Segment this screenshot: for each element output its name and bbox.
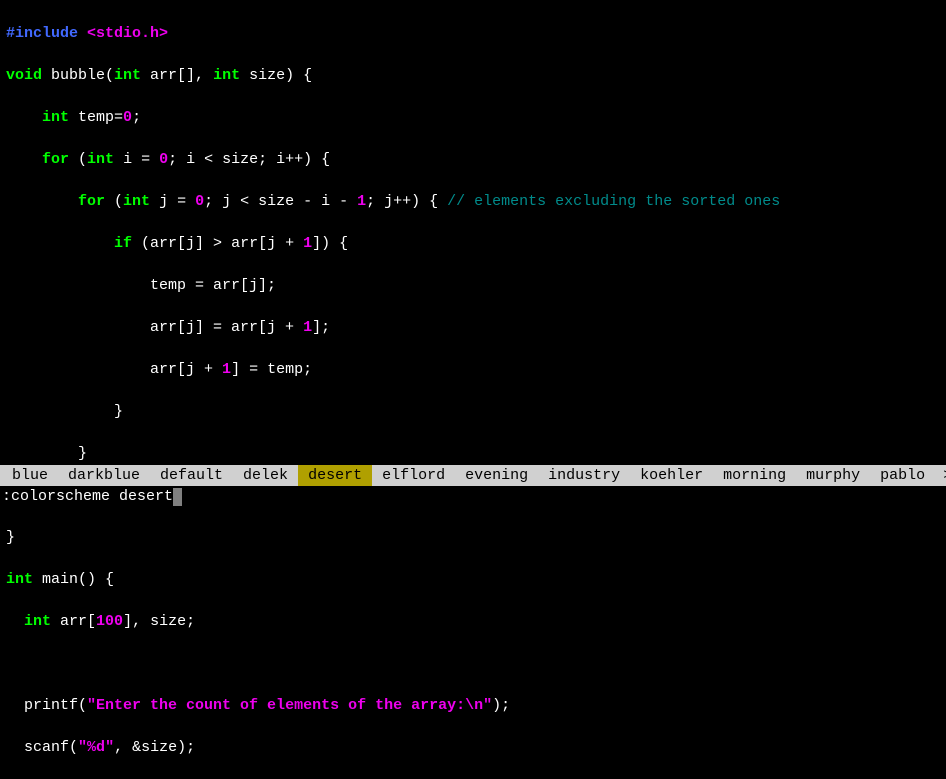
include-file: <stdio.h>	[87, 25, 168, 42]
completion-item-morning[interactable]: morning	[713, 465, 796, 486]
command-line[interactable]: :colorscheme desert	[0, 486, 946, 507]
preproc-directive: #include	[6, 25, 78, 42]
completion-item-murphy[interactable]: murphy	[796, 465, 870, 486]
completion-item-koehler[interactable]: koehler	[630, 465, 713, 486]
completion-item-desert[interactable]: desert	[298, 465, 372, 486]
completion-item-evening[interactable]: evening	[455, 465, 538, 486]
completion-item-default[interactable]: default	[150, 465, 233, 486]
completion-more-indicator[interactable]: >	[935, 465, 946, 486]
code-editor[interactable]: #include <stdio.h> void bubble(int arr[]…	[0, 0, 946, 779]
completion-menu[interactable]: bluedarkbluedefaultdelekdesertelflordeve…	[0, 465, 946, 486]
completion-item-pablo[interactable]: pablo	[870, 465, 935, 486]
cursor	[173, 488, 182, 506]
completion-item-darkblue[interactable]: darkblue	[58, 465, 150, 486]
command-text: :colorscheme desert	[2, 486, 173, 507]
completion-item-blue[interactable]: blue	[2, 465, 58, 486]
completion-item-industry[interactable]: industry	[538, 465, 630, 486]
type-void: void	[6, 67, 42, 84]
completion-item-delek[interactable]: delek	[233, 465, 298, 486]
code-comment: // elements excluding the sorted ones	[447, 193, 780, 210]
completion-item-elflord[interactable]: elflord	[372, 465, 455, 486]
